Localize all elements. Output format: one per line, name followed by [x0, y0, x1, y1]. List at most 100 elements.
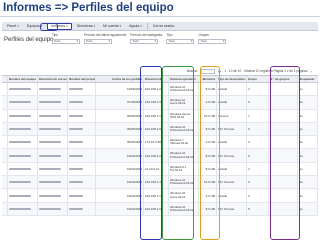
- filter-select[interactable]: Todo ▾: [130, 38, 159, 44]
- filter-bar: Tipo Todo ▾ Período del último appoinents…: [52, 33, 227, 44]
- redacted-computer-name: [8, 149, 38, 162]
- redaction-bar: [9, 88, 31, 91]
- highlight-ip-column: [140, 66, 162, 240]
- chevron-down-icon: ▾: [76, 38, 78, 43]
- blocked-status: No: [298, 96, 318, 109]
- filter-periodo-appoinents: Período del último appoinents Todo ▾: [84, 33, 127, 44]
- redaction-bar: [39, 128, 61, 131]
- profile-date: 19/04/2020: [96, 189, 144, 202]
- highlight-memory-column: [200, 66, 220, 240]
- redacted-email: [38, 149, 68, 162]
- redaction-bar: [9, 141, 31, 144]
- redacted-computer-name: [8, 122, 38, 136]
- redaction-bar: [9, 101, 31, 104]
- redaction-bar: [9, 207, 31, 210]
- menu-item-label: Cerrar sesión: [152, 23, 175, 28]
- redacted-email: [38, 189, 68, 202]
- chevron-down-icon: ▾: [66, 23, 68, 28]
- column-header[interactable]: Nombre del propietario: [68, 76, 96, 82]
- filter-value: Todo: [200, 38, 207, 43]
- redacted-email: [38, 122, 68, 136]
- blocked-status: No: [298, 162, 318, 176]
- filter-value: Todo: [54, 38, 61, 43]
- blocked-status: No: [298, 136, 318, 149]
- filter-label: Período del último appoinents: [84, 33, 127, 37]
- menu-item-directivas[interactable]: Directivas ▾: [74, 23, 98, 30]
- column-header[interactable]: Dirección de correo electrónico: [38, 76, 68, 82]
- profile-date: 05/05/2020: [96, 136, 144, 149]
- redaction-bar: [39, 114, 61, 117]
- column-header[interactable]: Tipo de dispositivo: [217, 76, 247, 82]
- menu-divider: [146, 23, 148, 29]
- device-group: TIC Técnica: [217, 149, 247, 162]
- device-group: default: [217, 162, 247, 176]
- redacted-computer-name: [8, 189, 38, 202]
- filter-label: Tipo: [166, 33, 173, 37]
- menu-item-label: Panel: [7, 23, 17, 28]
- chevron-down-icon: ▾: [93, 23, 96, 28]
- column-header[interactable]: Fecha de los perfiles: [96, 76, 144, 82]
- redaction-bar: [39, 141, 61, 144]
- chevron-right-icon[interactable]: ›: [311, 69, 312, 74]
- redacted-owner: [68, 149, 96, 162]
- menu-item-panel[interactable]: Panel ▾: [4, 23, 22, 30]
- blocked-status: No: [298, 122, 318, 136]
- page-title: Perfiles del equipo: [4, 37, 54, 43]
- filter-select[interactable]: Todo ▾: [166, 38, 195, 44]
- redacted-computer-name: [8, 96, 38, 109]
- column-header[interactable]: Bloqueado: [298, 76, 318, 82]
- redaction-bar: [69, 194, 83, 197]
- redacted-owner: [68, 162, 96, 176]
- blocked-status: No: [298, 149, 318, 162]
- redaction-bar: [9, 154, 31, 157]
- group-count: 4: [247, 162, 269, 176]
- menu-item-label: Equipos: [26, 23, 40, 28]
- filter-select[interactable]: Todo ▾: [198, 38, 227, 44]
- redacted-computer-name: [8, 136, 38, 149]
- redacted-owner: [68, 176, 96, 189]
- menu-item-cerrar-sesion[interactable]: Cerrar sesión: [150, 23, 178, 30]
- menu-item-label: Ayuda: [129, 23, 140, 28]
- filter-value: Todo: [168, 38, 175, 43]
- group-count: 5: [247, 202, 269, 215]
- redaction-bar: [39, 154, 61, 157]
- redacted-email: [38, 109, 68, 122]
- redacted-email: [38, 176, 68, 189]
- chevron-down-icon: ▾: [140, 23, 142, 28]
- redaction-bar: [69, 141, 83, 144]
- column-header[interactable]: Grupo: [247, 76, 269, 82]
- title-divider: [0, 16, 320, 17]
- menu-item-mi-cuenta[interactable]: Mi cuenta ▾: [100, 23, 124, 30]
- redacted-email: [38, 83, 68, 96]
- redacted-owner: [68, 83, 96, 96]
- group-count: 3: [247, 176, 269, 189]
- profile-date: 05/05/2020: [96, 109, 144, 122]
- records-count: 1 - 10 de 10: [224, 69, 242, 73]
- redaction-bar: [69, 167, 83, 170]
- device-group: Servers: [217, 109, 247, 122]
- highlight-groups-column: [270, 66, 300, 240]
- redacted-owner: [68, 96, 96, 109]
- chevron-down-icon: ▾: [222, 38, 225, 43]
- redaction-bar: [69, 181, 83, 184]
- blocked-status: No: [298, 189, 318, 202]
- filter-grupos: Grupos Todo ▾: [198, 33, 227, 44]
- highlight-informes: [40, 23, 58, 31]
- profile-date: 19/04/2020: [96, 149, 144, 162]
- group-count: 6: [247, 96, 269, 109]
- redaction-bar: [9, 181, 31, 184]
- group-count: 4: [247, 189, 269, 202]
- group-count: 3: [247, 122, 269, 136]
- filter-periodo-navegador: Período del navegador Todo ▾: [130, 33, 162, 44]
- column-header[interactable]: Nombre del equipo: [8, 76, 38, 82]
- redaction-bar: [39, 167, 61, 170]
- redaction-bar: [39, 88, 61, 91]
- filter-select[interactable]: Todo ▾: [84, 38, 112, 44]
- device-group: TIC Técnica: [217, 202, 247, 215]
- redaction-bar: [9, 114, 31, 117]
- menu-item-ayuda[interactable]: Ayuda ▾: [126, 23, 145, 30]
- blocked-status: No: [298, 83, 318, 96]
- device-group: default: [217, 189, 247, 202]
- chevron-down-icon: ▾: [108, 38, 110, 43]
- filter-select[interactable]: Todo ▾: [52, 38, 80, 44]
